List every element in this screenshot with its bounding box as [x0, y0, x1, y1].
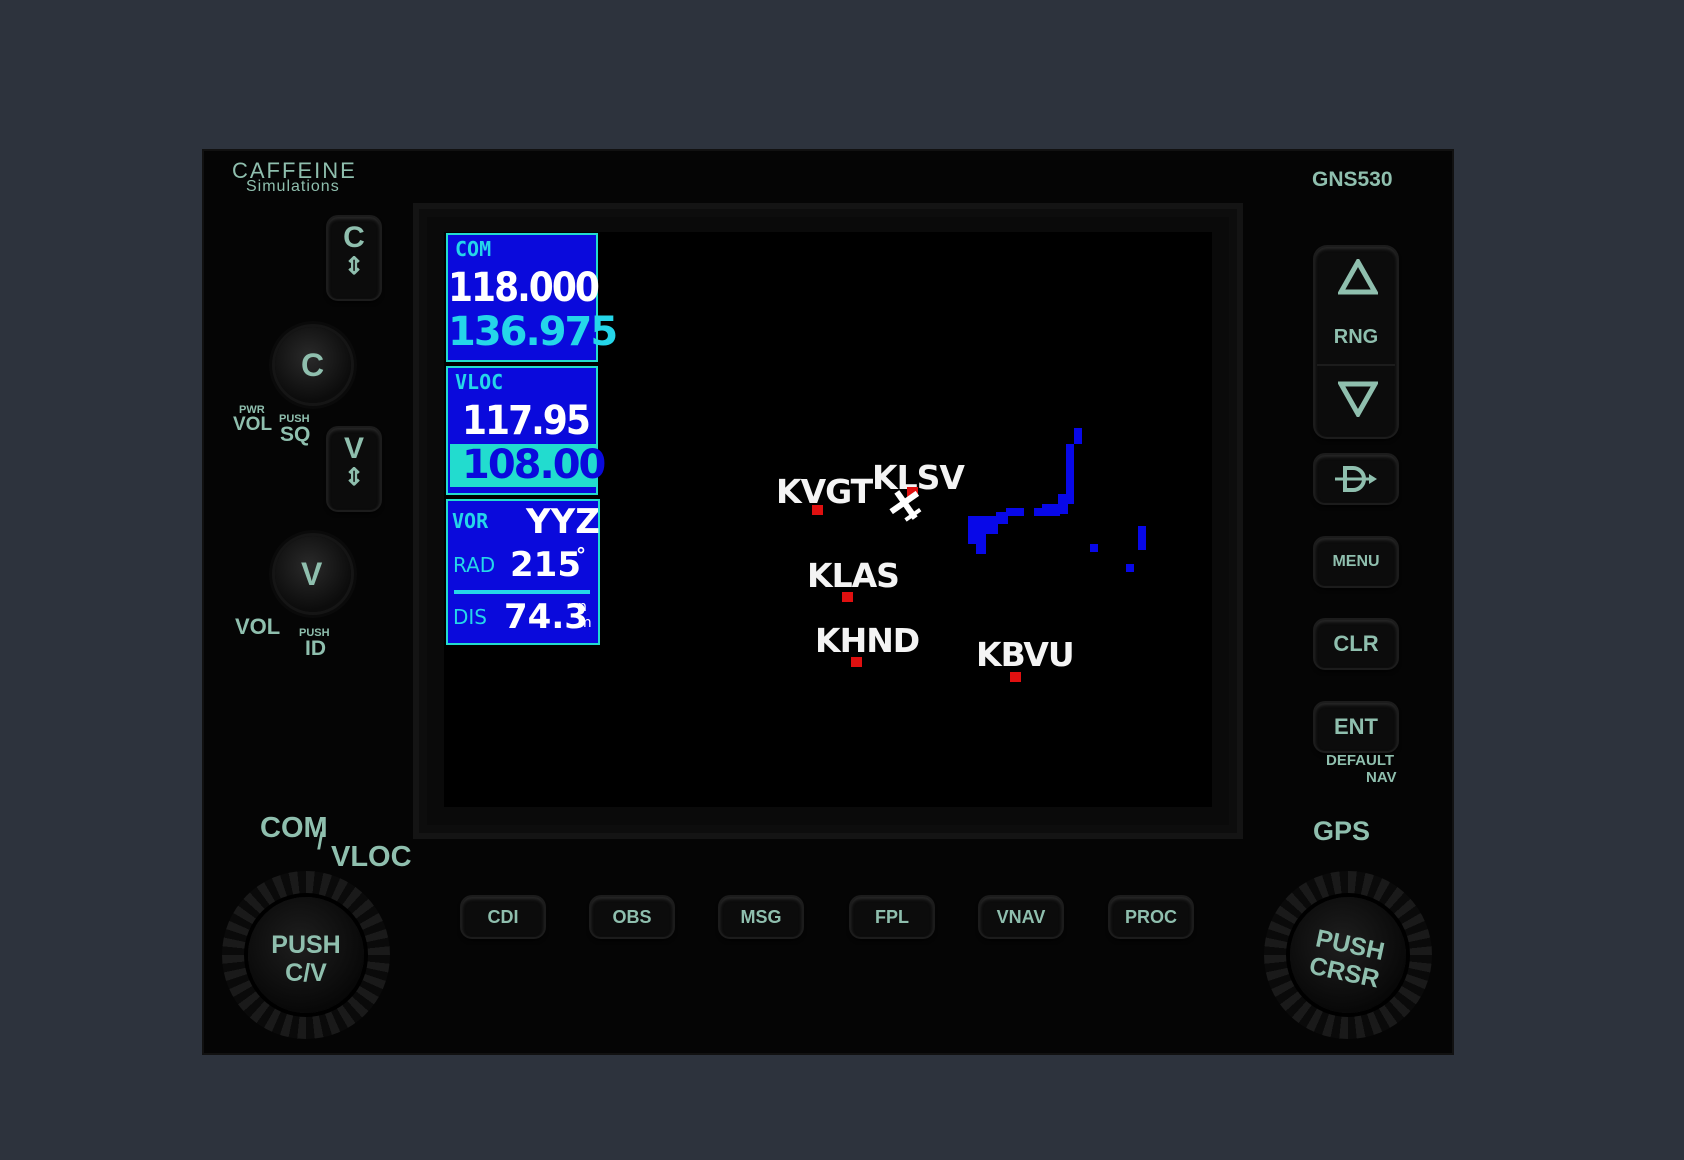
gps-knob-text: PUSH CRSR	[1306, 924, 1387, 994]
direct-to-icon	[1335, 466, 1377, 492]
clr-button[interactable]: CLR	[1315, 620, 1397, 668]
range-rocker: RNG	[1315, 247, 1397, 437]
range-down-icon[interactable]	[1338, 381, 1378, 417]
vor-ident: YYZ	[526, 502, 600, 542]
airport-label-kbvu: KBVU	[976, 635, 1075, 674]
vloc-standby-frequency: 108.00	[462, 442, 606, 488]
slash-icon: /	[317, 828, 324, 855]
model-label: GNS530	[1312, 168, 1393, 191]
vnav-button[interactable]: VNAV	[980, 897, 1062, 937]
flip-arrows-icon: ⇕	[343, 253, 365, 280]
vor-info-box: VOR YYZ RAD 215 ° DIS 74.3 n m	[446, 499, 600, 645]
dis-value: 74.3	[504, 597, 588, 637]
airport-marker-klas	[842, 592, 853, 602]
com-active-frequency: 118.000	[448, 265, 600, 311]
ownship-aircraft-icon	[889, 490, 922, 522]
range-up-icon[interactable]	[1338, 259, 1378, 295]
menu-button[interactable]: MENU	[1315, 538, 1397, 586]
rocker-divider	[1317, 364, 1395, 366]
rad-value: 215	[510, 545, 581, 585]
direct-to-button[interactable]	[1315, 455, 1397, 503]
com-standby-frequency: 136.975	[448, 309, 618, 355]
flip-arrows-icon: ⇕	[343, 464, 365, 491]
dis-unit-top: n	[578, 599, 587, 615]
com-header: COM	[455, 237, 492, 261]
com-frequency-box[interactable]: COM 118.000 136.975	[446, 233, 618, 362]
gps-inner-knob[interactable]: PUSH CRSR	[1290, 897, 1406, 1013]
vol-label: VOL	[233, 414, 273, 435]
gps-outer-knob[interactable]: PUSH CRSR	[1264, 871, 1432, 1039]
vloc-flip-button[interactable]: V ⇕	[328, 428, 380, 510]
vloc-active-frequency: 117.95	[462, 398, 591, 444]
dis-unit-bottom: m	[578, 615, 592, 631]
vor-divider	[454, 590, 590, 594]
vloc-vol-knob[interactable]: V	[275, 536, 351, 612]
airport-label-kvgt: KVGT	[776, 472, 873, 511]
obs-button[interactable]: OBS	[591, 897, 673, 937]
airport-marker-kvgt	[812, 505, 823, 515]
airport-label-khnd: KHND	[815, 621, 920, 660]
brand-logo-line2: Simulations	[246, 178, 340, 195]
com-vloc-outer-knob[interactable]: PUSH C/V	[222, 871, 390, 1039]
rad-label: RAD	[453, 553, 496, 577]
vor-header: VOR	[452, 509, 489, 533]
id-label: ID	[305, 637, 326, 660]
airport-marker-kbvu	[1010, 672, 1021, 682]
gps-label: GPS	[1313, 816, 1371, 846]
proc-button[interactable]: PROC	[1110, 897, 1192, 937]
airport-label-klas: KLAS	[807, 556, 900, 595]
vol2-label: VOL	[235, 614, 281, 639]
rad-unit: °	[576, 543, 586, 567]
dis-label: DIS	[453, 605, 487, 629]
ent-button[interactable]: ENT	[1315, 703, 1397, 751]
com-vol-knob[interactable]: C	[275, 327, 351, 403]
vloc-header: VLOC	[455, 370, 504, 394]
default-nav-label-2: NAV	[1366, 769, 1397, 786]
com-vloc-label-vloc: VLOC	[331, 841, 412, 873]
fpl-button[interactable]: FPL	[851, 897, 933, 937]
cdi-button[interactable]: CDI	[462, 897, 544, 937]
airport-marker-khnd	[851, 657, 862, 667]
default-nav-label-1: DEFAULT	[1326, 752, 1395, 769]
sq-label: SQ	[280, 423, 311, 446]
msg-button[interactable]: MSG	[720, 897, 802, 937]
vloc-frequency-box[interactable]: VLOC 117.95 108.00	[446, 366, 606, 495]
com-vloc-inner-knob[interactable]: PUSH C/V	[248, 897, 364, 1013]
com-flip-button[interactable]: C ⇕	[328, 217, 380, 299]
rng-label: RNG	[1333, 326, 1379, 348]
